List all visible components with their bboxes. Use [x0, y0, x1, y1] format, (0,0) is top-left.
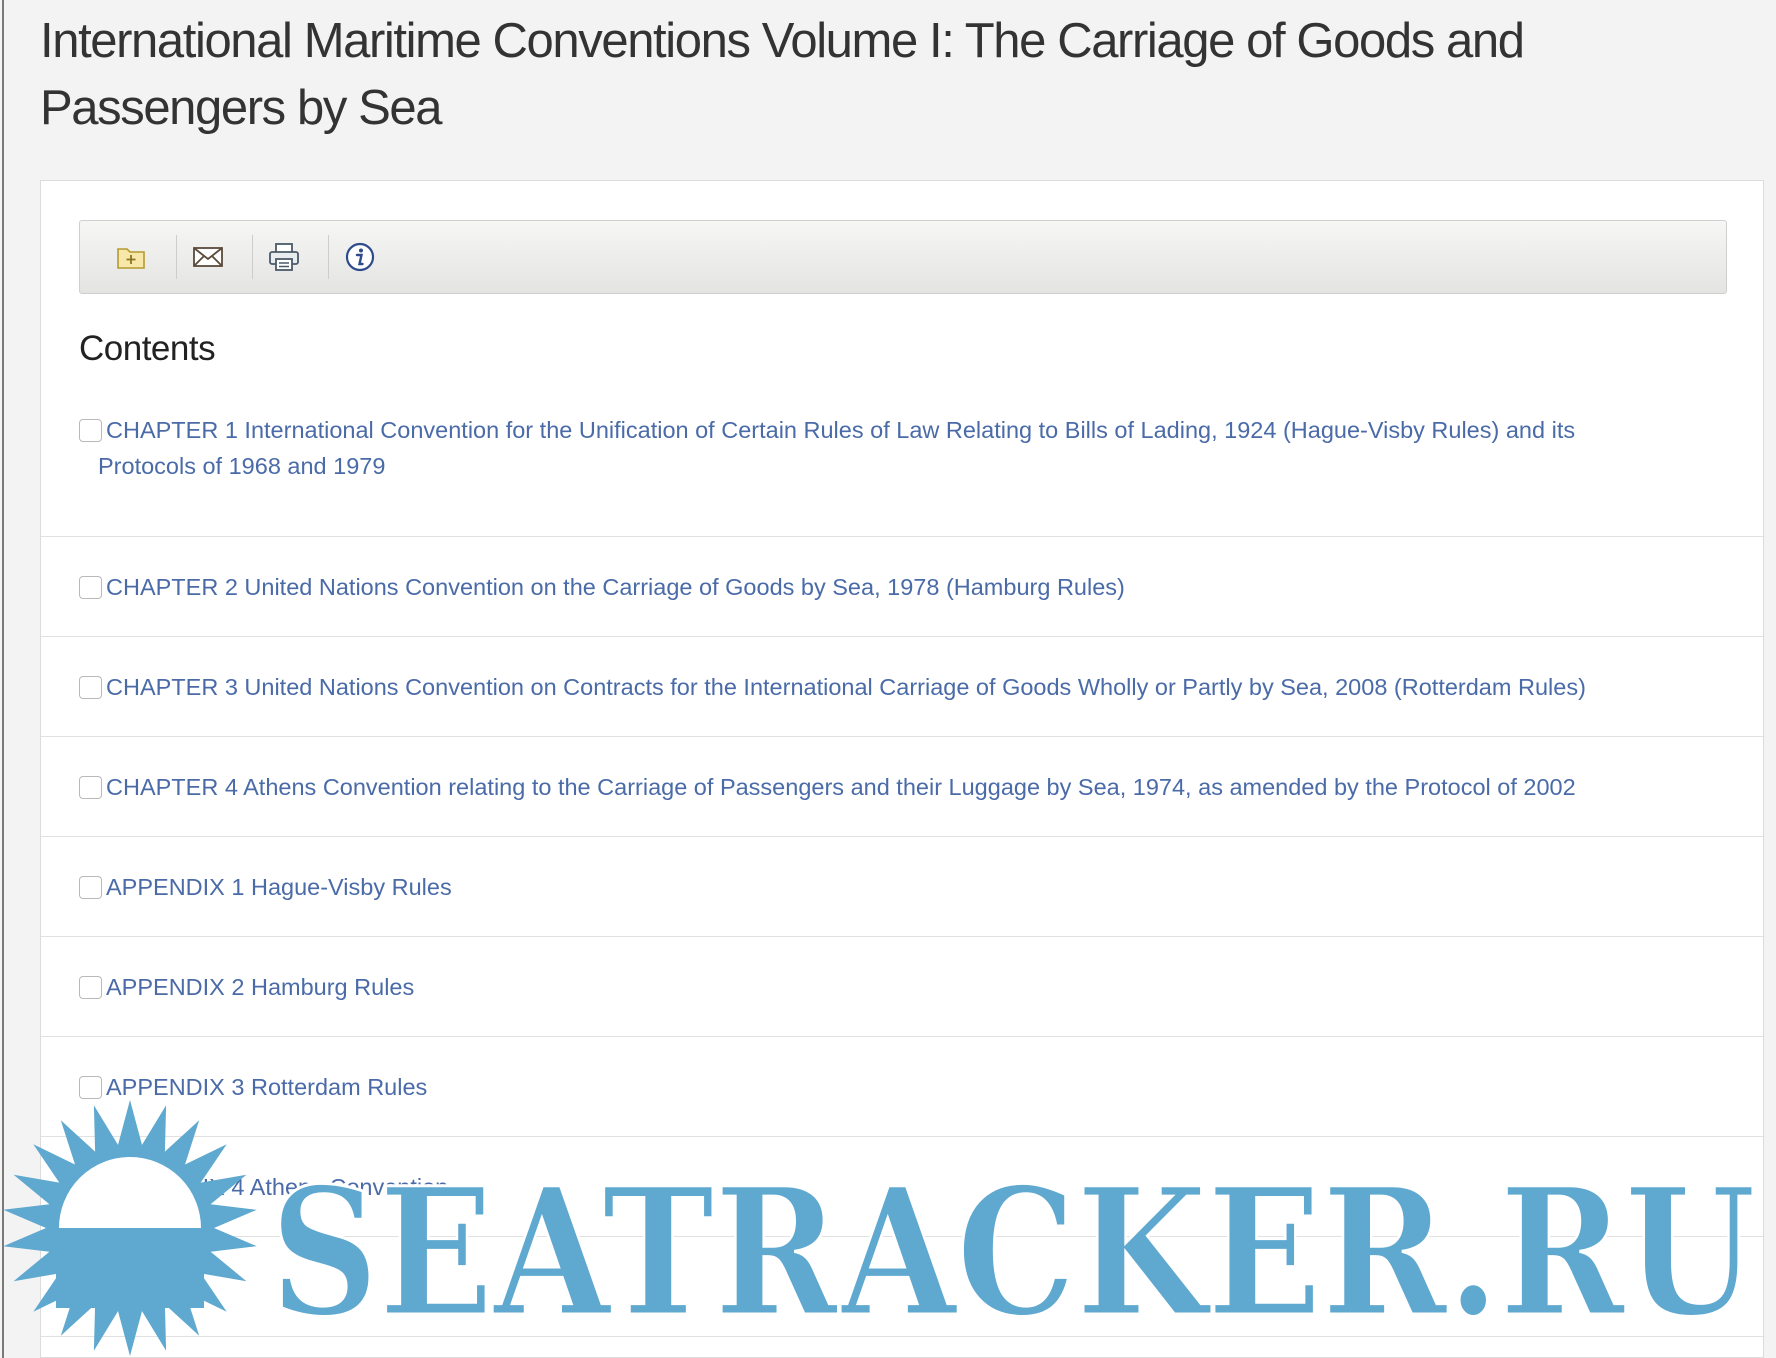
toc-checkbox[interactable] [79, 876, 102, 899]
toc-link[interactable]: APPENDIX 1 Hague-Visby Rules [106, 869, 1703, 905]
toc-link[interactable]: CHAPTER 3 United Nations Convention on C… [106, 669, 1703, 705]
toc-checkbox[interactable] [79, 576, 102, 599]
page-title: International Maritime Conventions Volum… [40, 14, 1525, 135]
printer-icon [269, 243, 299, 271]
toc-link[interactable]: APPENDIX 3 Rotterdam Rules [106, 1069, 1703, 1105]
toc-checkbox[interactable] [79, 676, 102, 699]
info-icon [345, 242, 375, 272]
add-to-folder-button[interactable] [113, 239, 149, 275]
toc-link[interactable]: CHAPTER 1 International Convention for t… [98, 412, 1703, 484]
email-button[interactable] [190, 239, 226, 275]
toc-link[interactable]: APPENDIX 4 Athens Convention [106, 1169, 1703, 1205]
toc-item: CHAPTER 2 United Nations Convention on t… [41, 537, 1763, 637]
toc-item: APPENDIX 3 Rotterdam Rules [41, 1037, 1763, 1137]
toc-item: CHAPTER 3 United Nations Convention on C… [41, 637, 1763, 737]
toolbar [79, 220, 1727, 294]
toc-link[interactable]: CHAPTER 2 United Nations Convention on t… [106, 569, 1703, 605]
folder-plus-icon [117, 248, 145, 269]
toc-item: APPENDIX 4 Athens Convention [41, 1137, 1763, 1237]
toc-item: CHAPTER 4 Athens Convention relating to … [41, 737, 1763, 837]
toc-link[interactable]: APPENDIX 2 Hamburg Rules [106, 969, 1703, 1005]
content-panel: Contents CHAPTER 1 International Convent… [40, 180, 1764, 1358]
toc-checkbox[interactable] [79, 776, 102, 799]
left-border [2, 0, 4, 1358]
toolbar-separator [176, 235, 177, 279]
toc-link[interactable]: INDEX [106, 1269, 1703, 1305]
toc-link[interactable]: CHAPTER 4 Athens Convention relating to … [106, 769, 1703, 805]
envelope-icon [193, 247, 223, 267]
toc-item: APPENDIX 2 Hamburg Rules [41, 937, 1763, 1037]
contents-heading: Contents [79, 329, 216, 368]
toc-checkbox[interactable] [79, 976, 102, 999]
toc-checkbox[interactable] [79, 1076, 102, 1099]
toolbar-separator [252, 235, 253, 279]
toc-item: INDEX [41, 1237, 1763, 1337]
info-button[interactable] [342, 239, 378, 275]
print-button[interactable] [266, 239, 302, 275]
toc-checkbox[interactable] [79, 1276, 102, 1299]
toc-item: APPENDIX 1 Hague-Visby Rules [41, 837, 1763, 937]
toolbar-separator [328, 235, 329, 279]
toc-item: CHAPTER 1 International Convention for t… [41, 401, 1763, 537]
toc-checkbox[interactable] [79, 1176, 102, 1199]
table-of-contents: CHAPTER 1 International Convention for t… [41, 401, 1763, 1337]
